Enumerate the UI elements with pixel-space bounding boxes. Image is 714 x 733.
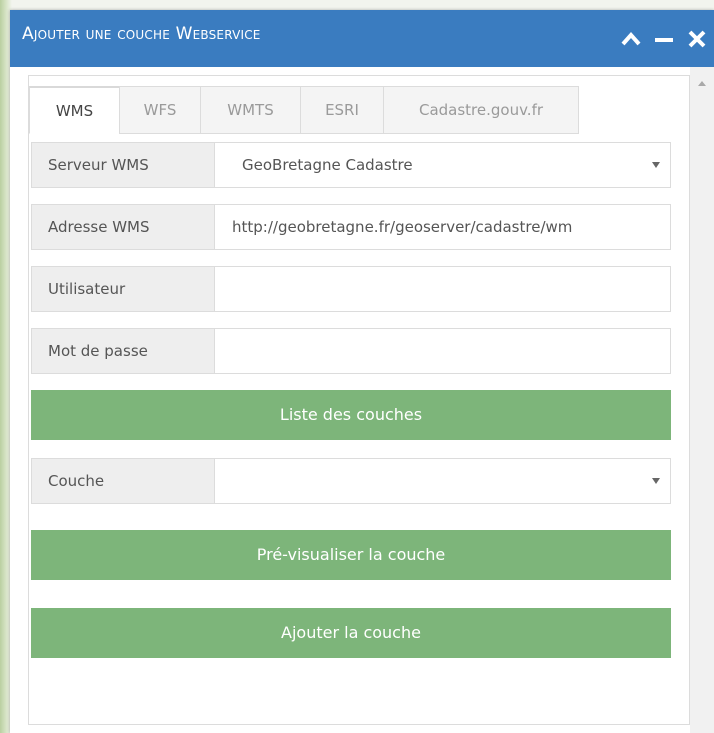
user-label: Utilisateur xyxy=(32,267,215,311)
user-row: Utilisateur xyxy=(31,266,671,312)
tab-esri[interactable]: ESRI xyxy=(300,86,384,134)
password-row: Mot de passe xyxy=(31,328,671,374)
form-panel: WMS WFS WMTS ESRI Cadastre.gouv.fr Serve… xyxy=(28,75,690,725)
add-layer-button[interactable]: Ajouter la couche xyxy=(31,608,671,658)
layer-row: Couche xyxy=(31,458,671,504)
collapse-up-icon[interactable] xyxy=(620,30,642,48)
server-label: Serveur WMS xyxy=(32,143,215,187)
dialog-title: Ajouter une couche Webservice xyxy=(22,24,261,44)
tab-wfs[interactable]: WFS xyxy=(119,86,201,134)
webservice-dialog: Ajouter une couche Webservice WMS WFS WM… xyxy=(10,10,714,733)
chevron-down-icon[interactable] xyxy=(652,162,660,168)
address-row: Adresse WMS http://geobretagne.fr/geoser… xyxy=(31,204,671,250)
layer-select[interactable] xyxy=(216,459,670,503)
tab-bar: WMS WFS WMTS ESRI Cadastre.gouv.fr xyxy=(29,76,689,134)
chevron-down-icon[interactable] xyxy=(652,478,660,484)
tab-wms[interactable]: WMS xyxy=(29,86,120,134)
scroll-up-icon[interactable] xyxy=(698,81,706,86)
scrollbar[interactable] xyxy=(690,67,714,733)
list-layers-button[interactable]: Liste des couches xyxy=(31,390,671,440)
password-input[interactable] xyxy=(216,329,670,373)
dialog-titlebar[interactable]: Ajouter une couche Webservice xyxy=(10,10,714,67)
tab-cadastre[interactable]: Cadastre.gouv.fr xyxy=(383,86,579,134)
password-label: Mot de passe xyxy=(32,329,215,373)
server-row: Serveur WMS GeoBretagne Cadastre xyxy=(31,142,671,188)
close-icon[interactable] xyxy=(686,30,708,48)
user-input[interactable] xyxy=(216,267,670,311)
server-select[interactable]: GeoBretagne Cadastre xyxy=(216,143,670,187)
address-input[interactable]: http://geobretagne.fr/geoserver/cadastre… xyxy=(216,205,670,249)
address-label: Adresse WMS xyxy=(32,205,215,249)
minimize-icon[interactable] xyxy=(653,30,675,48)
preview-layer-button[interactable]: Pré-visualiser la couche xyxy=(31,530,671,580)
tab-wmts[interactable]: WMTS xyxy=(200,86,301,134)
dialog-content: WMS WFS WMTS ESRI Cadastre.gouv.fr Serve… xyxy=(10,67,714,733)
layer-label: Couche xyxy=(32,459,215,503)
